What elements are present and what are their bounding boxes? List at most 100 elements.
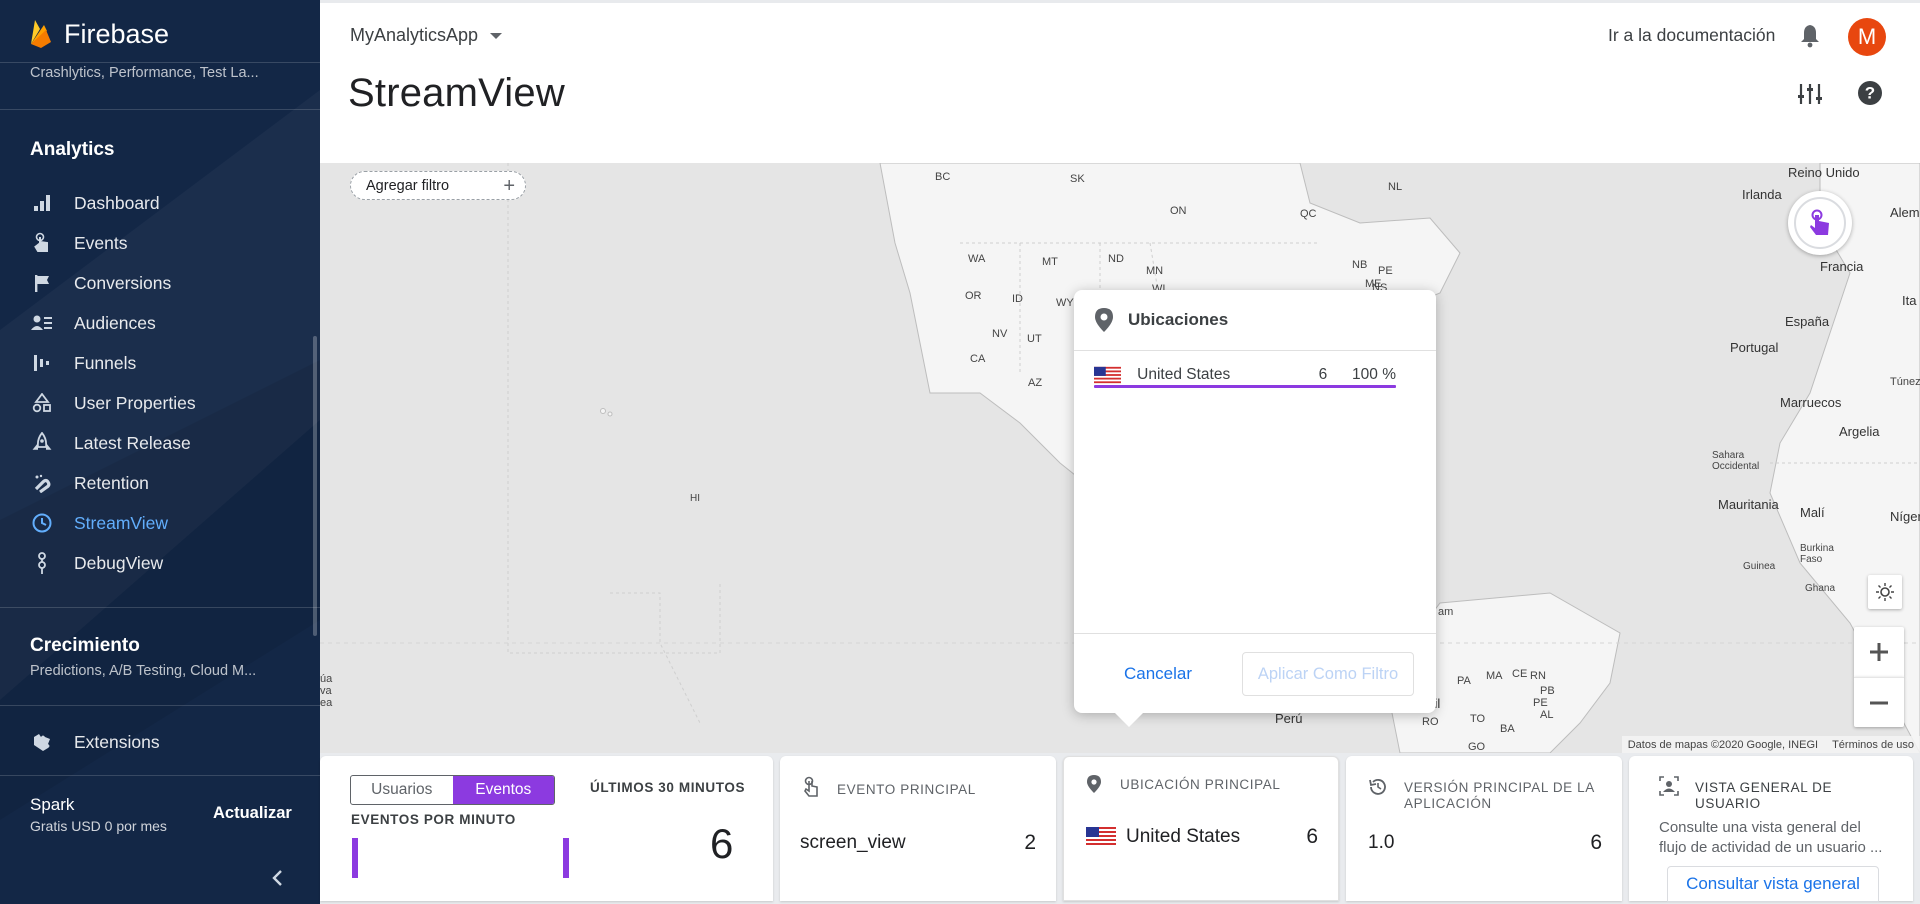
sidebar-item-streamview[interactable]: StreamView [30,505,290,541]
sidebar-item-dashboard[interactable]: Dashboard [30,185,290,221]
clock-icon [30,511,54,535]
map-label: SK [1070,173,1085,185]
touch-marker-button[interactable] [1788,191,1852,255]
events-per-minute-card: Usuarios Eventos ÚLTIMOS 30 MINUTOS EVEN… [320,756,773,901]
top-version-card: VERSIÓN PRINCIPAL DE LA APLICACIÓN 1.0 6 [1346,756,1622,901]
sidebar-divider [0,775,320,776]
map-label: BC [935,171,951,183]
map-label: UT [1027,333,1042,345]
map-label: PE [1378,265,1393,277]
plus-icon [1870,643,1888,661]
top-location-card[interactable]: UBICACIÓN PRINCIPAL United States 6 [1063,756,1339,901]
map-label: NL [1388,181,1403,193]
sidebar-item-retention[interactable]: Retention [30,465,290,501]
map-label: Perú [1275,711,1303,726]
svg-text:?: ? [1865,84,1875,103]
puzzle-icon [30,730,54,754]
history-icon [1369,779,1386,795]
top-event-count: 2 [1024,831,1036,854]
toggle-events[interactable]: Eventos [452,776,554,804]
users-events-toggle[interactable]: Usuarios Eventos [350,775,555,805]
sidebar-item-conversions[interactable]: Conversions [30,265,290,301]
growth-subtitle[interactable]: Predictions, A/B Testing, Cloud M... [30,663,280,679]
collapse-sidebar-button[interactable] [266,866,290,890]
firebase-brand[interactable]: Firebase [30,14,169,54]
rocket-icon [30,431,54,455]
page-title: StreamView [348,71,565,115]
map-attribution: Datos de mapas ©2020 Google, INEGI Térmi… [1621,736,1920,753]
zoom-in-button[interactable] [1854,627,1904,677]
terms-link[interactable]: Términos de uso [1832,739,1914,751]
map-label: PE [1533,697,1548,709]
map-label: PB [1540,685,1555,697]
release-monitor-subtitle[interactable]: Crashlytics, Performance, Test La... [30,65,280,81]
summary-cards: Usuarios Eventos ÚLTIMOS 30 MINUTOS EVEN… [320,753,1920,904]
map-theme-toggle[interactable] [1868,575,1902,609]
analytics-section-title[interactable]: Analytics [30,139,114,161]
help-icon[interactable]: ? [1856,79,1884,107]
map-label: Malí [1800,505,1825,520]
time-range-label: ÚLTIMOS 30 MINUTOS [590,780,746,795]
view-user-overview-button[interactable]: Consultar vista general [1667,866,1879,902]
chevron-left-icon [272,870,282,886]
map-label: CE [1512,668,1528,680]
docs-link[interactable]: Ir a la documentación [1608,25,1775,46]
settings-sliders-icon[interactable] [1796,80,1824,108]
sidebar-item-label: Funnels [74,352,137,373]
locations-popup: Ubicaciones United States 6 100 % Cancel… [1074,290,1436,727]
bell-icon[interactable] [1796,22,1824,50]
sidebar-item-extensions[interactable]: Extensions [30,724,290,760]
sidebar-divider [0,607,320,608]
sidebar-item-events[interactable]: Events [30,225,290,261]
avatar[interactable]: M [1848,18,1886,56]
map-label: Reino Unido [1788,165,1860,180]
popup-pointer [1114,712,1144,727]
cancel-button[interactable]: Cancelar [1124,664,1192,684]
sidebar-divider [0,62,320,63]
top-event-card: EVENTO PRINCIPAL screen_view 2 [780,756,1056,901]
map-label: BA [1500,723,1515,735]
sidebar-item-debugview[interactable]: DebugView [30,545,290,581]
sidebar-item-latest-release[interactable]: Latest Release [30,425,290,461]
top-event-title: EVENTO PRINCIPAL [837,782,976,797]
map-label: úa va ea [320,673,333,709]
brightness-icon [1876,583,1894,601]
sidebar-item-funnels[interactable]: Funnels [30,345,290,381]
project-selector[interactable]: MyAnalyticsApp [350,25,503,46]
sidebar-item-label: Retention [74,472,149,493]
upgrade-button[interactable]: Actualizar [213,804,292,823]
add-filter-label: Agregar filtro [366,177,450,194]
location-count: 6 [1318,366,1328,383]
minus-icon [1870,701,1888,704]
map-label: Argelia [1839,424,1880,439]
map-data-credit: Datos de mapas ©2020 Google, INEGI [1627,738,1819,751]
sidebar-scrollbar[interactable] [313,336,317,636]
sidebar-divider [0,109,320,110]
top-version-name: 1.0 [1368,832,1395,853]
magnet-icon [30,471,54,495]
plus-icon: + [503,175,515,197]
map-label: am [1438,606,1454,618]
map-label: ND [1108,253,1124,265]
map-label: NB [1352,259,1368,271]
map-label: TO [1470,713,1486,725]
location-pin-icon [1095,308,1113,332]
map-label: Francia [1820,259,1864,274]
sidebar-item-user-properties[interactable]: User Properties [30,385,290,421]
map-label: HI [690,493,700,504]
toggle-users[interactable]: Usuarios [351,776,453,804]
minute-bar [563,838,569,878]
plan-price: Gratis USD 0 por mes [30,818,167,834]
growth-section-title[interactable]: Crecimiento [30,635,140,657]
add-filter-chip[interactable]: Agregar filtro + [350,171,526,200]
popup-footer: Cancelar Aplicar Como Filtro [1074,633,1436,713]
sidebar-item-label: Latest Release [74,432,191,453]
zoom-out-button[interactable] [1854,677,1904,727]
debug-icon [30,551,54,575]
popup-header: Ubicaciones [1074,290,1436,351]
map-label: MN [1146,265,1164,277]
map-label: España [1785,314,1830,329]
sidebar-item-label: Audiences [74,312,156,333]
apply-as-filter-button[interactable]: Aplicar Como Filtro [1242,652,1414,696]
sidebar-item-audiences[interactable]: Audiences [30,305,290,341]
